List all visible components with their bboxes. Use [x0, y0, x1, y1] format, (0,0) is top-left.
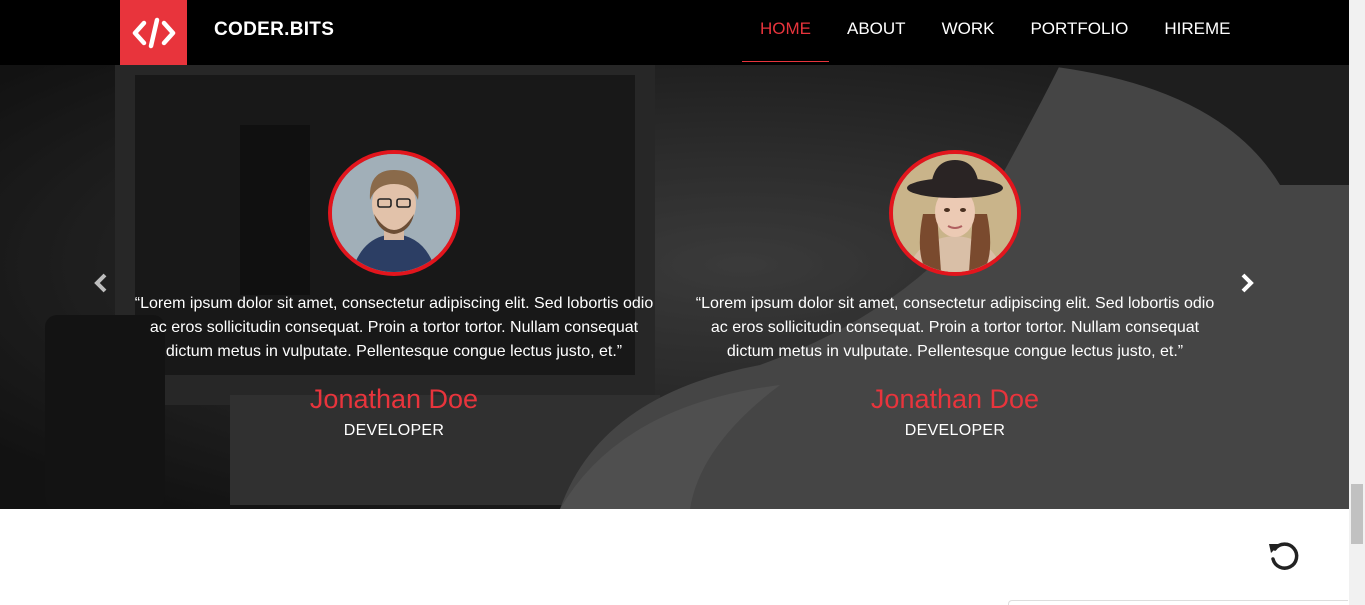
chevron-right-icon [1241, 273, 1254, 293]
avatar [328, 150, 460, 276]
testimonial-card: “Lorem ipsum dolor sit amet, consectetur… [690, 150, 1220, 440]
page-scrollbar[interactable] [1349, 0, 1365, 605]
logo[interactable] [120, 0, 187, 65]
scrollbar-thumb[interactable] [1351, 484, 1363, 544]
footer-edge [1008, 600, 1348, 605]
brand-name[interactable]: CODER.BITS [214, 19, 334, 41]
reload-button[interactable] [1266, 538, 1302, 574]
nav-item-work[interactable]: WORK [924, 0, 1013, 65]
navbar: CODER.BITS HOME ABOUT WORK PORTFOLIO HIR… [0, 0, 1349, 65]
main-nav: HOME ABOUT WORK PORTFOLIO HIREME [742, 0, 1249, 65]
carousel-prev-button[interactable] [86, 265, 116, 301]
nav-item-home[interactable]: HOME [742, 0, 829, 65]
testimonial-name: Jonathan Doe [309, 384, 479, 414]
testimonial-carousel: “Lorem ipsum dolor sit amet, consectetur… [0, 65, 1349, 509]
nav-item-portfolio[interactable]: PORTFOLIO [1012, 0, 1146, 65]
carousel-next-button[interactable] [1232, 265, 1262, 301]
nav-item-hireme[interactable]: HIREME [1146, 0, 1248, 65]
testimonial-card: “Lorem ipsum dolor sit amet, consectetur… [129, 150, 659, 440]
avatar [889, 150, 1021, 276]
code-brackets-icon [132, 17, 175, 48]
chevron-left-icon [94, 273, 107, 293]
testimonial-quote: “Lorem ipsum dolor sit amet, consectetur… [134, 295, 654, 360]
testimonial-role: DEVELOPER [343, 422, 445, 439]
avatar-woman-image [893, 154, 1017, 272]
testimonial-quote: “Lorem ipsum dolor sit amet, consectetur… [695, 295, 1215, 360]
nav-item-about[interactable]: ABOUT [829, 0, 924, 65]
avatar-man-image [332, 154, 456, 272]
reload-icon [1269, 542, 1299, 570]
testimonial-role: DEVELOPER [904, 422, 1006, 439]
testimonial-name: Jonathan Doe [870, 384, 1040, 414]
